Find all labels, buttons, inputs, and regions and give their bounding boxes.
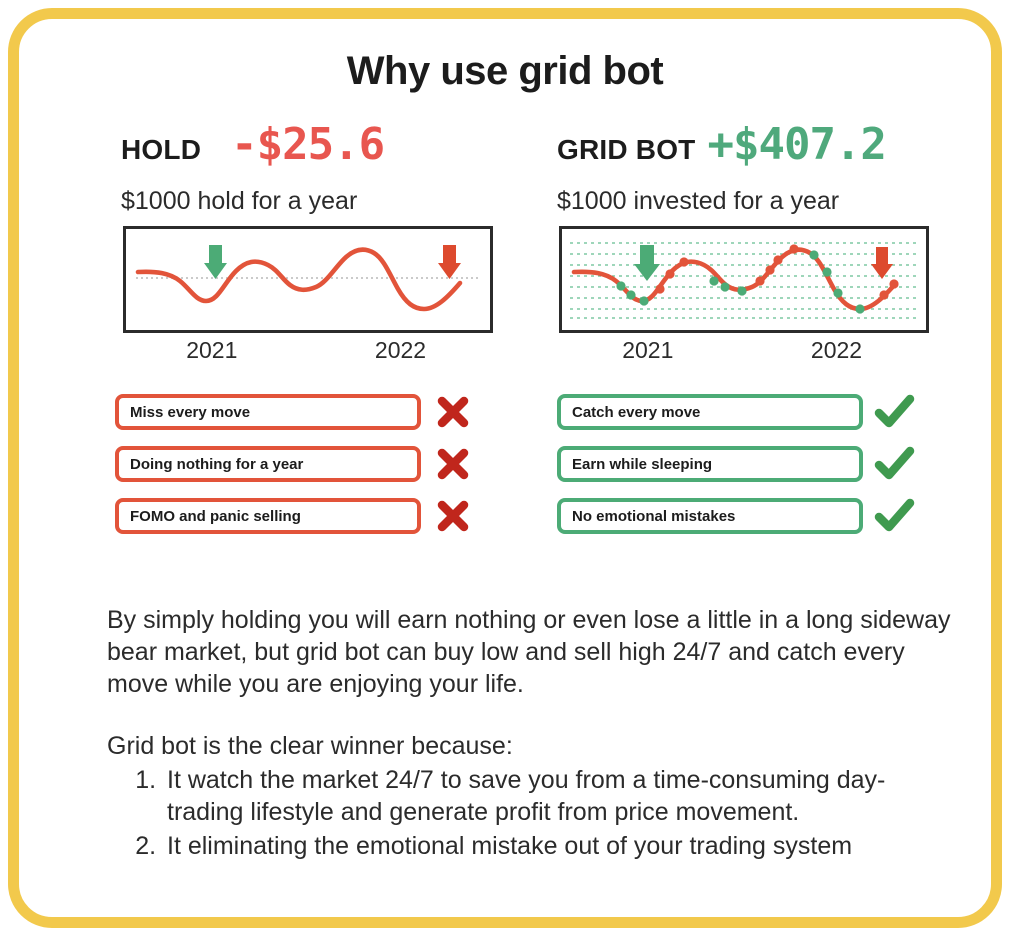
grid-bot-axis-tick-2022: 2022	[810, 337, 863, 363]
hold-axis: 2021 2022	[123, 337, 493, 371]
cross-icon	[421, 445, 485, 483]
page-title: Why use grid bot	[346, 49, 664, 93]
hold-feature-text-2: Doing nothing for a year	[130, 455, 304, 473]
hold-chart-svg	[135, 245, 480, 312]
hold-axis-tick-2021: 2021	[186, 337, 238, 363]
check-icon	[863, 393, 927, 431]
body-paragraph-1: By simply holding you will earn nothing …	[107, 606, 951, 698]
grid-bot-feature-pill-3: No emotional mistakes	[557, 498, 863, 534]
hold-value: -$25.6	[231, 119, 385, 170]
sell-arrow-down-icon	[871, 247, 893, 279]
hold-axis-tick-2022: 2022	[374, 337, 427, 363]
hold-header: HOLD -$25.6	[107, 119, 507, 175]
list-item: Doing nothing for a year	[115, 445, 507, 483]
hold-label: HOLD	[121, 134, 202, 165]
hold-feature-list: Miss every move Doing nothing for a year	[115, 393, 507, 535]
column-hold: HOLD -$25.6 $1000 hold for a year 2021 2…	[107, 119, 507, 535]
hold-price-chart	[123, 226, 493, 333]
grid-bot-axis-tick-2021: 2021	[622, 337, 674, 363]
list-item: It watch the market 24/7 to save you fro…	[163, 764, 957, 828]
grid-bot-feature-pill-1: Catch every move	[557, 394, 863, 430]
list-item: Miss every move	[115, 393, 507, 431]
grid-bot-feature-text-1: Catch every move	[572, 403, 701, 421]
benefits-list: It watch the market 24/7 to save you fro…	[107, 764, 957, 862]
grid-bot-feature-text-2: Earn while sleeping	[572, 455, 713, 473]
grid-bot-value: +$407.2	[707, 119, 886, 170]
body-paragraph-2: Grid bot is the clear winner because:	[107, 732, 513, 760]
grid-bot-axis: 2021 2022	[559, 337, 929, 371]
list-item: Catch every move	[557, 393, 947, 431]
list-item: FOMO and panic selling	[115, 497, 507, 535]
hold-caption: $1000 hold for a year	[121, 187, 358, 215]
hold-feature-pill-2: Doing nothing for a year	[115, 446, 421, 482]
sell-markers	[655, 244, 899, 300]
grid-bot-feature-text-3: No emotional mistakes	[572, 507, 736, 525]
list-item: No emotional mistakes	[557, 497, 947, 535]
grid-bot-feature-pill-2: Earn while sleeping	[557, 446, 863, 482]
grid-bot-feature-list: Catch every move Earn while sleeping No …	[557, 393, 947, 535]
hold-feature-pill-1: Miss every move	[115, 394, 421, 430]
list-item: It eliminating the emotional mistake out…	[163, 830, 957, 862]
body-copy: By simply holding you will earn nothing …	[107, 604, 957, 864]
list-item: Earn while sleeping	[557, 445, 947, 483]
grid-bot-chart-svg	[570, 242, 918, 319]
cross-icon	[421, 497, 485, 535]
hold-feature-text-1: Miss every move	[130, 403, 251, 421]
price-line	[135, 247, 463, 312]
grid-bot-header: GRID BOT +$407.2	[547, 119, 947, 175]
column-grid-bot: GRID BOT +$407.2 $1000 invested for a ye…	[547, 119, 947, 535]
hold-feature-pill-3: FOMO and panic selling	[115, 498, 421, 534]
cross-icon	[421, 393, 485, 431]
sell-arrow-down-icon	[438, 245, 461, 279]
buy-arrow-down-icon	[204, 245, 227, 279]
hold-feature-text-3: FOMO and panic selling	[130, 507, 301, 525]
grid-bot-price-chart	[559, 226, 929, 333]
price-line	[571, 247, 899, 312]
check-icon	[863, 497, 927, 535]
grid-bot-caption: $1000 invested for a year	[557, 187, 840, 215]
check-icon	[863, 445, 927, 483]
grid-bot-label: GRID BOT	[557, 134, 696, 165]
info-card-frame: Why use grid bot HOLD -$25.6 $1000 hold …	[8, 8, 1002, 928]
